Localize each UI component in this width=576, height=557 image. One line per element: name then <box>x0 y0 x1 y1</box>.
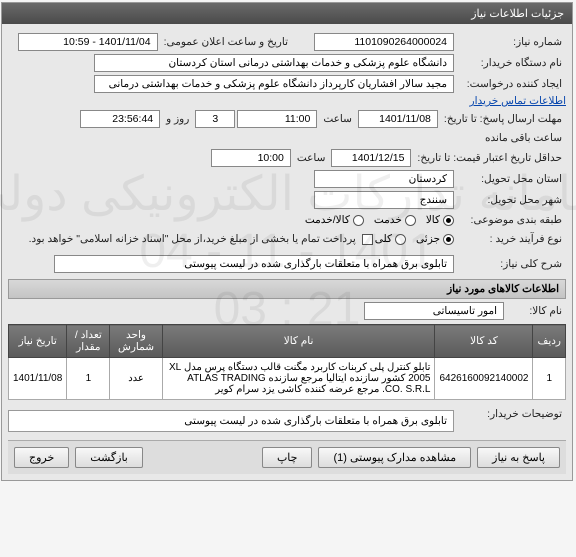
buyer-contact-link[interactable]: اطلاعات تماس خریدار <box>471 95 567 107</box>
process-label: نوع فرآیند خرید : <box>457 231 567 247</box>
exit-button[interactable]: خروج <box>15 447 70 468</box>
treasury-note: پرداخت تمام یا بخشی از مبلغ خرید،از محل … <box>26 231 361 247</box>
col-code: کد کالا <box>436 325 534 358</box>
cell-date: 1401/11/08 <box>10 358 68 400</box>
hour-label-1: ساعت <box>320 111 357 127</box>
buyer-label: نام دستگاه خریدار: <box>457 55 567 71</box>
remaining-days-label: روز و <box>163 111 194 127</box>
hour-label-2: ساعت <box>294 150 331 166</box>
cell-qty: 1 <box>68 358 111 400</box>
cell-index: 1 <box>534 358 567 400</box>
cell-unit: عدد <box>111 358 163 400</box>
province-value: کردستان <box>315 170 455 188</box>
table-row: 1 6426160092140002 تابلو کنترل پلی کربنا… <box>10 358 567 400</box>
goods-table: ردیف کد کالا نام کالا واحد شمارش تعداد /… <box>9 324 567 400</box>
province-label: استان محل تحویل: <box>457 171 567 187</box>
remaining-time: 23:56:44 <box>81 110 161 128</box>
panel-body: سامانه تدارکات الکترونیکی دولت 1401 - 11… <box>3 24 573 480</box>
topic-service-radio[interactable]: خدمت <box>375 214 417 226</box>
col-date: تاریخ نیاز <box>10 325 68 358</box>
city-value: سنندج <box>315 191 455 209</box>
creator-label: ایجاد کننده درخواست: <box>457 76 567 92</box>
announce-label: تاریخ و ساعت اعلان عمومی: <box>161 34 293 50</box>
col-qty: تعداد / مقدار <box>68 325 111 358</box>
remaining-suffix: ساعت باقی مانده <box>482 130 567 146</box>
button-bar: پاسخ به نیاز مشاهده مدارک پیوستی (1) چاپ… <box>9 440 567 474</box>
remaining-days: 3 <box>196 110 236 128</box>
panel-title: جزئیات اطلاعات نیاز <box>3 3 573 24</box>
need-description-value: تابلوی برق همراه با متعلقات بارگذاری شده… <box>55 255 455 273</box>
back-button[interactable]: بازگشت <box>76 447 144 468</box>
print-button[interactable]: چاپ <box>263 447 314 468</box>
radio-selected-icon <box>444 234 455 245</box>
response-deadline-date: 1401/11/08 <box>359 110 439 128</box>
details-panel: جزئیات اطلاعات نیاز سامانه تدارکات الکتر… <box>2 2 574 481</box>
cell-name: تابلو کنترل پلی کربنات کاربرد مگنت قالب … <box>163 358 436 400</box>
goods-section-header: اطلاعات کالاهای مورد نیاز <box>9 279 567 299</box>
credit-deadline-date: 1401/12/15 <box>332 149 412 167</box>
buyer-note-label: توضیحات خریدار: <box>457 406 567 422</box>
reply-button[interactable]: پاسخ به نیاز <box>478 447 561 468</box>
process-partial-radio[interactable]: جزئی <box>417 233 455 245</box>
buyer-note-value: تابلوی برق همراه با متعلقات بارگذاری شده… <box>9 410 455 432</box>
col-index: ردیف <box>534 325 567 358</box>
need-description-label: شرح کلی نیاز: <box>457 256 567 272</box>
topic-goods-radio[interactable]: کالا <box>427 214 455 226</box>
radio-icon <box>354 215 365 226</box>
radio-icon <box>406 215 417 226</box>
cell-code: 6426160092140002 <box>436 358 534 400</box>
process-radio-group: جزئی کلی <box>376 233 455 245</box>
col-unit: واحد شمارش <box>111 325 163 358</box>
need-number-label: شماره نیاز: <box>457 34 567 50</box>
need-number-value: 1101090264000024 <box>315 33 455 51</box>
response-deadline-label: مهلت ارسال پاسخ: تا تاریخ: <box>441 111 567 127</box>
creator-value: مجید سالار افشاریان کارپرداز دانشگاه علو… <box>95 75 455 93</box>
table-header-row: ردیف کد کالا نام کالا واحد شمارش تعداد /… <box>10 325 567 358</box>
topic-goods-service-radio[interactable]: کالا/خدمت <box>306 214 365 226</box>
treasury-checkbox[interactable] <box>363 234 374 245</box>
view-attachments-button[interactable]: مشاهده مدارک پیوستی (1) <box>319 447 472 468</box>
buyer-value: دانشگاه علوم پزشکی و خدمات بهداشتی درمان… <box>95 54 455 72</box>
credit-deadline-label: حداقل تاریخ اعتبار قیمت: تا تاریخ: <box>414 150 567 166</box>
credit-deadline-time: 10:00 <box>212 149 292 167</box>
radio-selected-icon <box>444 215 455 226</box>
city-label: شهر محل تحویل: <box>457 192 567 208</box>
topic-label: طبقه بندی موضوعی: <box>457 212 567 228</box>
process-full-radio[interactable]: کلی <box>376 233 407 245</box>
announce-value: 1401/11/04 - 10:59 <box>19 33 159 51</box>
response-deadline-time: 11:00 <box>238 110 318 128</box>
col-name: نام کالا <box>163 325 436 358</box>
goods-name-value: امور تاسیساتی <box>365 302 505 320</box>
goods-name-label: نام کالا: <box>507 303 567 319</box>
radio-icon <box>396 234 407 245</box>
topic-radio-group: کالا خدمت کالا/خدمت <box>306 214 455 226</box>
